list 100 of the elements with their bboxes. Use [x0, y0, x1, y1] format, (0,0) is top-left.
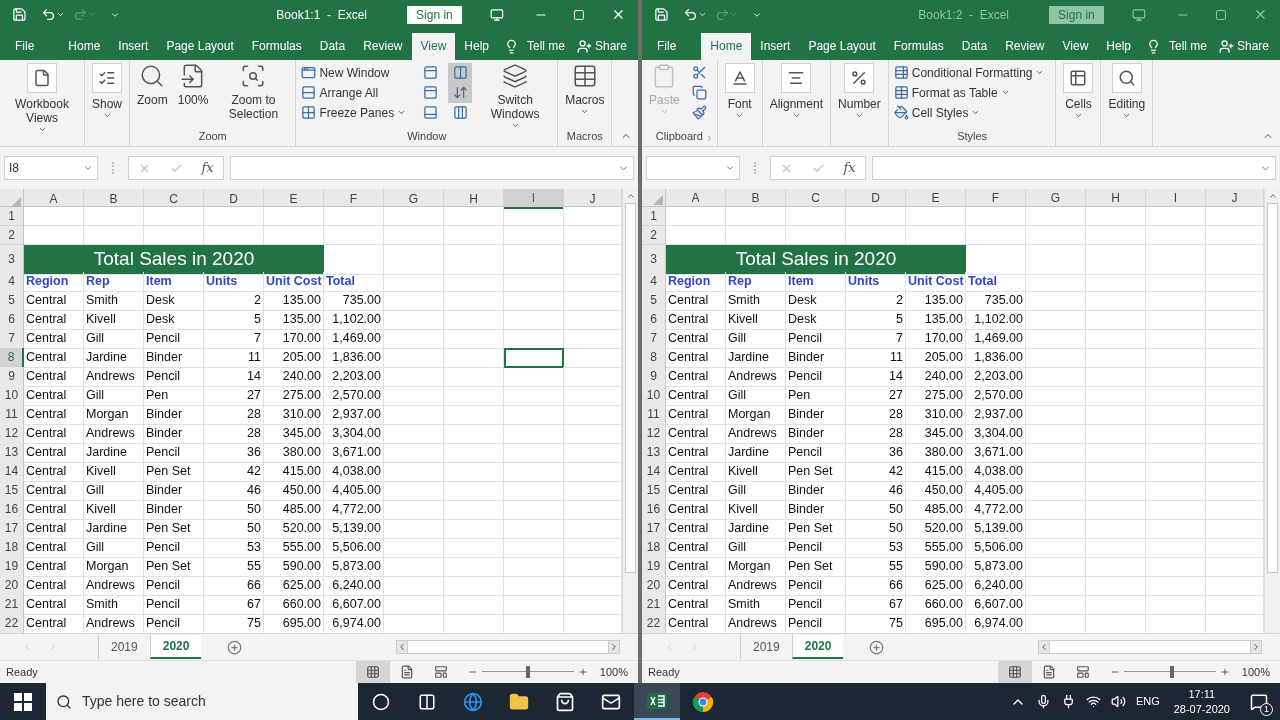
ribbon-button[interactable]: 100%	[173, 62, 213, 107]
horizontal-scrollbar[interactable]	[1038, 640, 1262, 655]
column-header[interactable]: D	[204, 189, 264, 210]
ribbon-tab[interactable]: Page Layout	[799, 32, 885, 60]
ribbon-button[interactable]: Alignment	[765, 62, 828, 120]
row-header[interactable]: 12	[642, 424, 666, 444]
row-header[interactable]: 9	[0, 367, 24, 387]
scroll-thumb[interactable]	[407, 641, 609, 654]
ribbon-button[interactable]: Cells	[1059, 62, 1098, 120]
ribbon-tab[interactable]: View	[1053, 32, 1098, 60]
ribbon-tab[interactable]: Page Layout	[157, 32, 243, 60]
ribbon-button[interactable]: Number	[834, 62, 885, 120]
maximize-icon[interactable]	[573, 8, 586, 21]
scroll-right-icon[interactable]	[609, 642, 619, 653]
ribbon-tab[interactable]: Home	[59, 32, 110, 60]
row-header[interactable]: 3	[0, 245, 24, 275]
formula-input[interactable]	[230, 156, 634, 181]
row-header[interactable]: 4	[642, 272, 666, 292]
column-header[interactable]: I	[1146, 189, 1206, 208]
undo-icon[interactable]	[682, 7, 698, 23]
row-header[interactable]: 19	[0, 557, 24, 577]
sheet-tab[interactable]: 2019	[98, 635, 150, 660]
row-header[interactable]: 20	[0, 576, 24, 596]
row-header[interactable]: 7	[642, 329, 666, 349]
row-header[interactable]: 16	[0, 500, 24, 520]
share-button[interactable]: Share	[571, 32, 634, 60]
row-header[interactable]: 17	[642, 519, 666, 539]
row-header[interactable]: 8	[642, 348, 666, 368]
zoom-level[interactable]: 100%	[1241, 663, 1270, 681]
zoom-thumb[interactable]	[525, 666, 530, 678]
row-header[interactable]: 22	[0, 614, 24, 634]
column-header[interactable]: B	[726, 189, 786, 208]
ribbon-button[interactable]: Workbook Views	[3, 62, 81, 134]
icon-button[interactable]	[448, 82, 473, 103]
row-header[interactable]: 14	[0, 462, 24, 482]
ribbon-menu-button[interactable]: Freeze Panes	[299, 102, 409, 123]
scroll-thumb[interactable]	[1049, 641, 1251, 654]
taskbar-search-field[interactable]: Type here to search	[46, 683, 358, 720]
column-header[interactable]: C	[144, 189, 204, 210]
row-header[interactable]: 1	[642, 207, 666, 227]
icon-button[interactable]	[448, 62, 473, 83]
ribbon-tab[interactable]: Help	[1097, 32, 1140, 60]
save-icon[interactable]	[654, 7, 669, 23]
zoom-thumb[interactable]	[1169, 666, 1174, 678]
scroll-right-icon[interactable]	[1251, 642, 1261, 653]
ribbon-button[interactable]: Switch Windows	[476, 62, 555, 130]
row-header[interactable]: 21	[0, 595, 24, 615]
ribbon-tab[interactable]: Data	[952, 32, 997, 60]
row-header[interactable]: 13	[642, 443, 666, 463]
column-header[interactable]: C	[786, 189, 846, 208]
scroll-left-icon[interactable]	[1039, 642, 1049, 653]
formula-input[interactable]	[872, 156, 1276, 181]
ribbon-menu-button[interactable]: Arrange All	[299, 82, 409, 103]
ribbon-menu-button[interactable]: New Window	[299, 62, 409, 83]
column-header[interactable]: H	[1086, 189, 1146, 208]
column-header[interactable]: A	[666, 189, 726, 208]
insert-function-button[interactable]: fx	[843, 158, 856, 178]
row-header[interactable]: 15	[642, 481, 666, 501]
ribbon-tab[interactable]: File	[6, 32, 44, 60]
cell-cursor[interactable]	[504, 348, 564, 368]
sheet-tab[interactable]: 2020	[149, 635, 202, 660]
microphone-icon[interactable]	[1035, 694, 1051, 709]
undo-icon[interactable]	[40, 7, 56, 23]
ribbon-button[interactable]: Editing	[1104, 62, 1150, 120]
speaker-icon[interactable]	[1110, 694, 1126, 709]
row-header[interactable]: 7	[0, 329, 24, 349]
ribbon-button[interactable]: Show	[88, 62, 127, 120]
row-header[interactable]: 20	[642, 576, 666, 596]
sign-in-button[interactable]: Sign in	[407, 5, 462, 24]
ribbon-button[interactable]: Zoom	[133, 62, 172, 107]
column-header[interactable]: E	[264, 189, 324, 210]
row-header[interactable]: 8	[0, 348, 24, 368]
row-header[interactable]: 12	[0, 424, 24, 444]
row-header[interactable]: 1	[0, 207, 24, 227]
row-header[interactable]: 3	[642, 245, 666, 275]
language-indicator[interactable]: ENG	[1135, 693, 1160, 710]
row-header[interactable]: 18	[642, 538, 666, 558]
row-header[interactable]: 4	[0, 272, 24, 292]
wifi-icon[interactable]	[1085, 694, 1101, 709]
ribbon-tab[interactable]: Review	[996, 32, 1054, 60]
zoom-in-icon[interactable]	[1219, 667, 1230, 677]
scroll-thumb[interactable]	[625, 203, 636, 574]
row-header[interactable]: 11	[642, 405, 666, 425]
tell-me-button[interactable]: Tell me	[498, 32, 571, 60]
name-box[interactable]: I8	[4, 156, 98, 181]
save-icon[interactable]	[12, 7, 27, 23]
row-header[interactable]: 5	[0, 291, 24, 311]
tell-me-button[interactable]: Tell me	[1140, 32, 1213, 60]
ribbon-menu-button[interactable]: Conditional Formatting	[891, 62, 1047, 83]
column-header[interactable]: F	[324, 189, 384, 210]
zoom-level[interactable]: 100%	[599, 663, 628, 681]
ribbon-display-icon[interactable]	[489, 7, 504, 22]
clock-date[interactable]: 28-07-2020	[1173, 701, 1230, 717]
column-header[interactable]: G	[384, 189, 444, 210]
insert-function-button[interactable]: fx	[201, 158, 214, 178]
clock-time[interactable]: 17:11	[1188, 686, 1216, 702]
row-header[interactable]: 10	[0, 386, 24, 406]
ribbon-tab[interactable]: File	[648, 32, 686, 60]
sheet-tab[interactable]: 2020	[791, 635, 844, 660]
row-header[interactable]: 6	[0, 310, 24, 330]
